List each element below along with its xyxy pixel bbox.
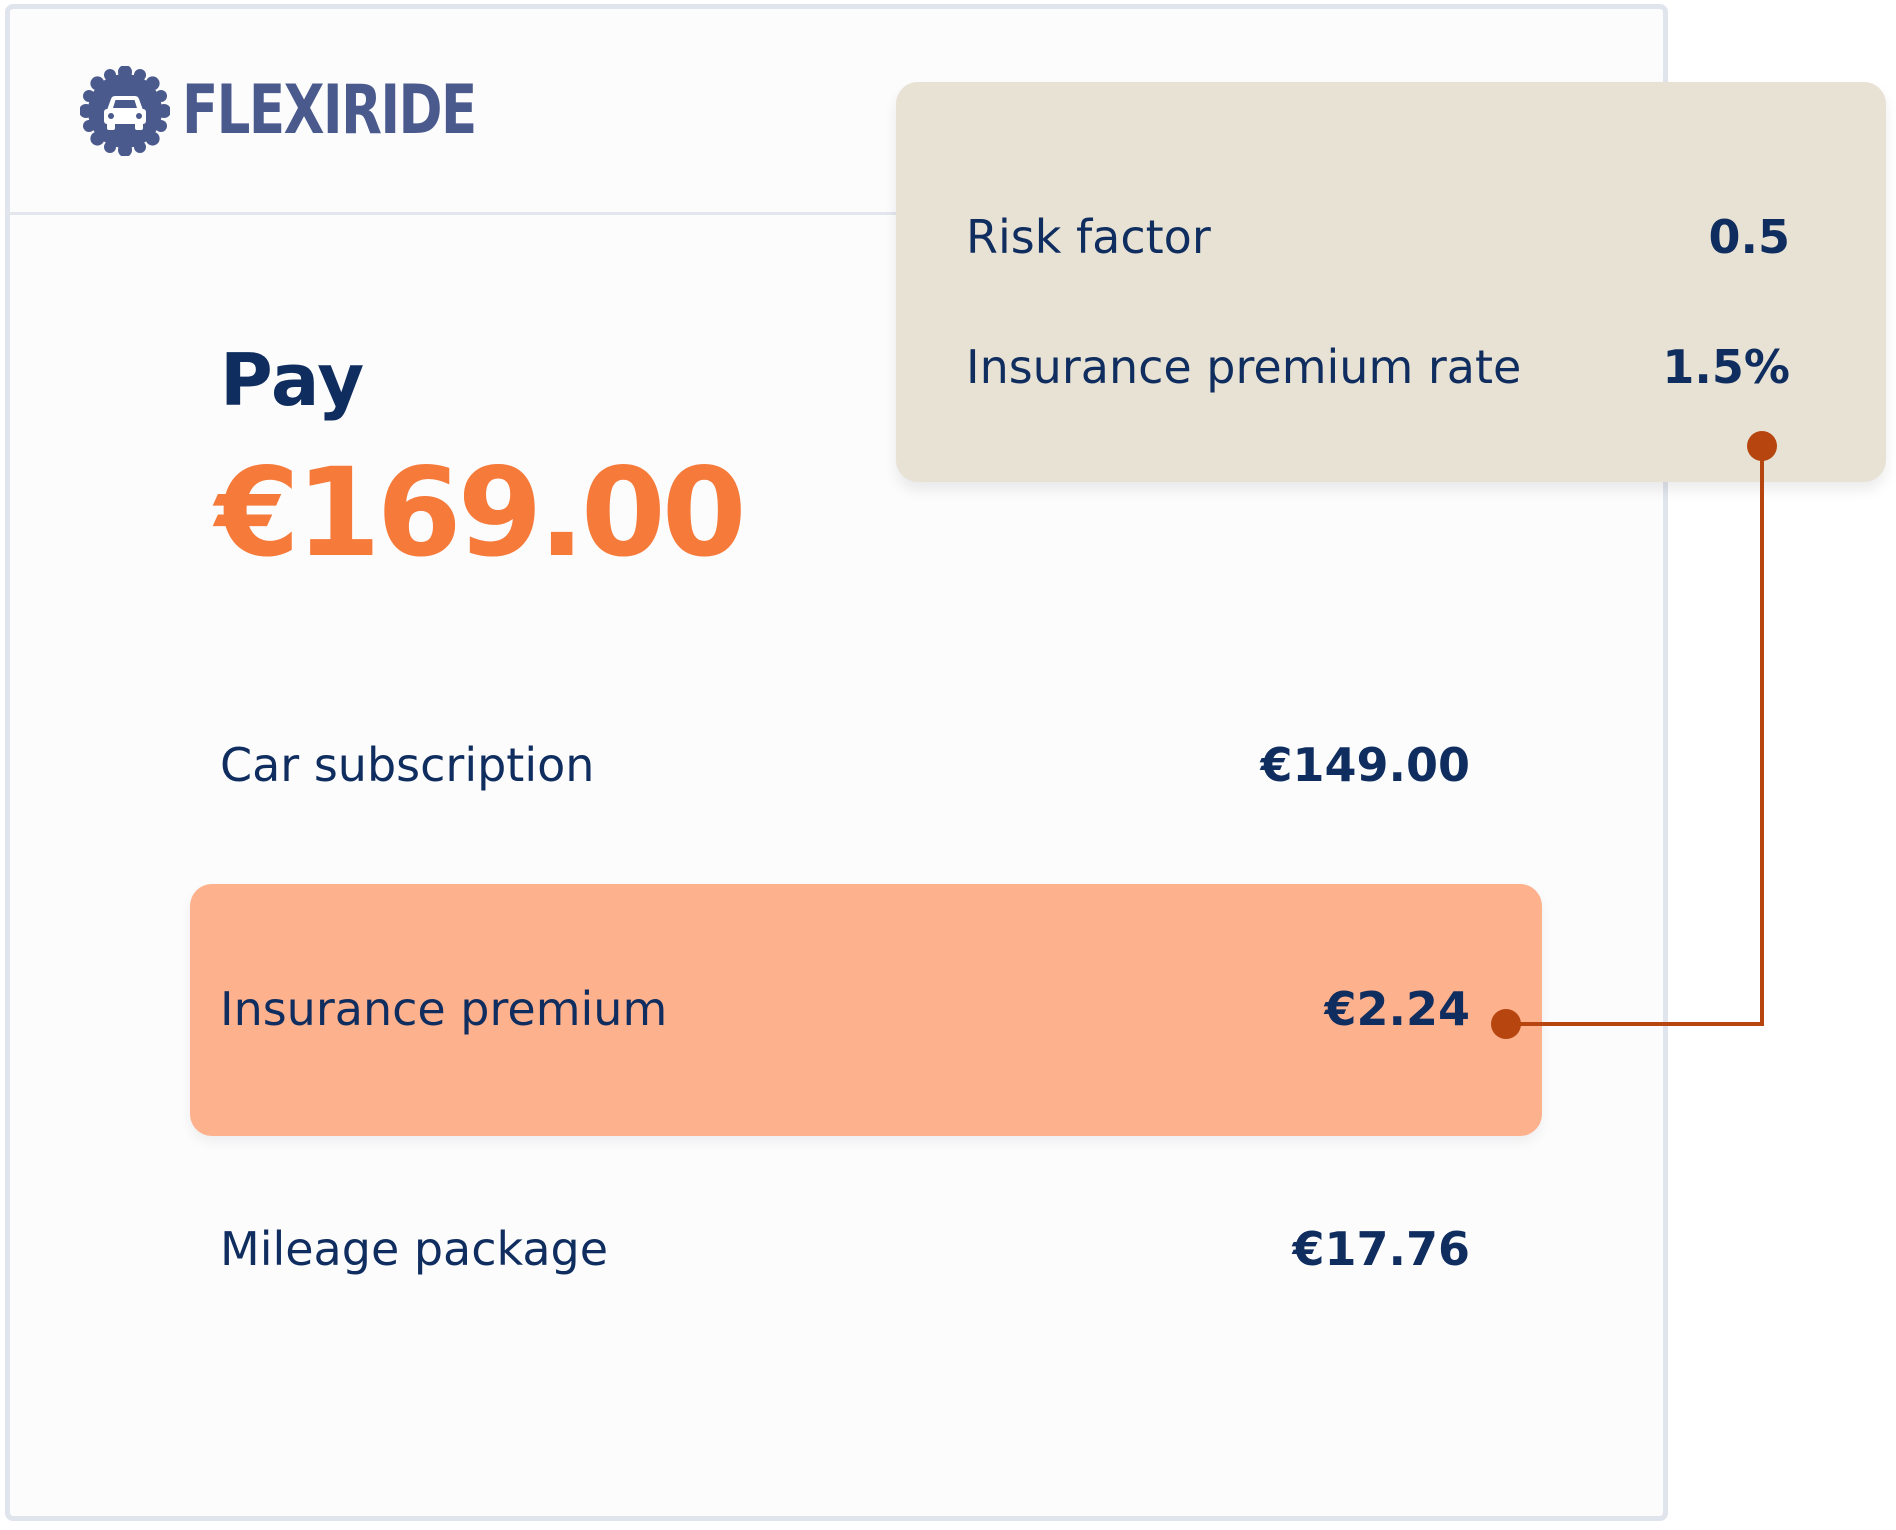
popover-row-label: Insurance premium rate xyxy=(966,340,1522,394)
popover-row-label: Risk factor xyxy=(966,210,1211,264)
line-item-label: Mileage package xyxy=(220,1222,609,1276)
brand-logo[interactable]: FLEXIRIDE xyxy=(80,66,559,156)
stage: FLEXIRIDE Pay €169.00 Car subscription €… xyxy=(0,0,1896,1530)
line-item-car-subscription: Car subscription €149.00 xyxy=(220,742,1470,788)
insurance-details-popover: Risk factor 0.5 Insurance premium rate 1… xyxy=(896,82,1886,482)
popover-row-risk-factor: Risk factor 0.5 xyxy=(966,214,1790,260)
pay-total-amount: €169.00 xyxy=(215,442,747,584)
line-item-value: €17.76 xyxy=(1292,1222,1470,1276)
line-item-label: Car subscription xyxy=(220,738,595,792)
line-item-value: €149.00 xyxy=(1260,738,1470,792)
popover-row-value: 0.5 xyxy=(1708,210,1791,264)
line-item-mileage-package: Mileage package €17.76 xyxy=(220,1226,1470,1272)
popover-row-premium-rate: Insurance premium rate 1.5% xyxy=(966,344,1790,390)
pay-label: Pay xyxy=(220,338,365,422)
brand-name: FLEXIRIDE xyxy=(182,71,477,150)
line-item-value: €2.24 xyxy=(1324,982,1470,1036)
popover-row-value: 1.5% xyxy=(1662,340,1790,394)
car-badge-icon xyxy=(80,66,170,156)
line-item-insurance-premium[interactable]: Insurance premium €2.24 xyxy=(220,986,1470,1032)
line-item-label: Insurance premium xyxy=(220,982,668,1036)
